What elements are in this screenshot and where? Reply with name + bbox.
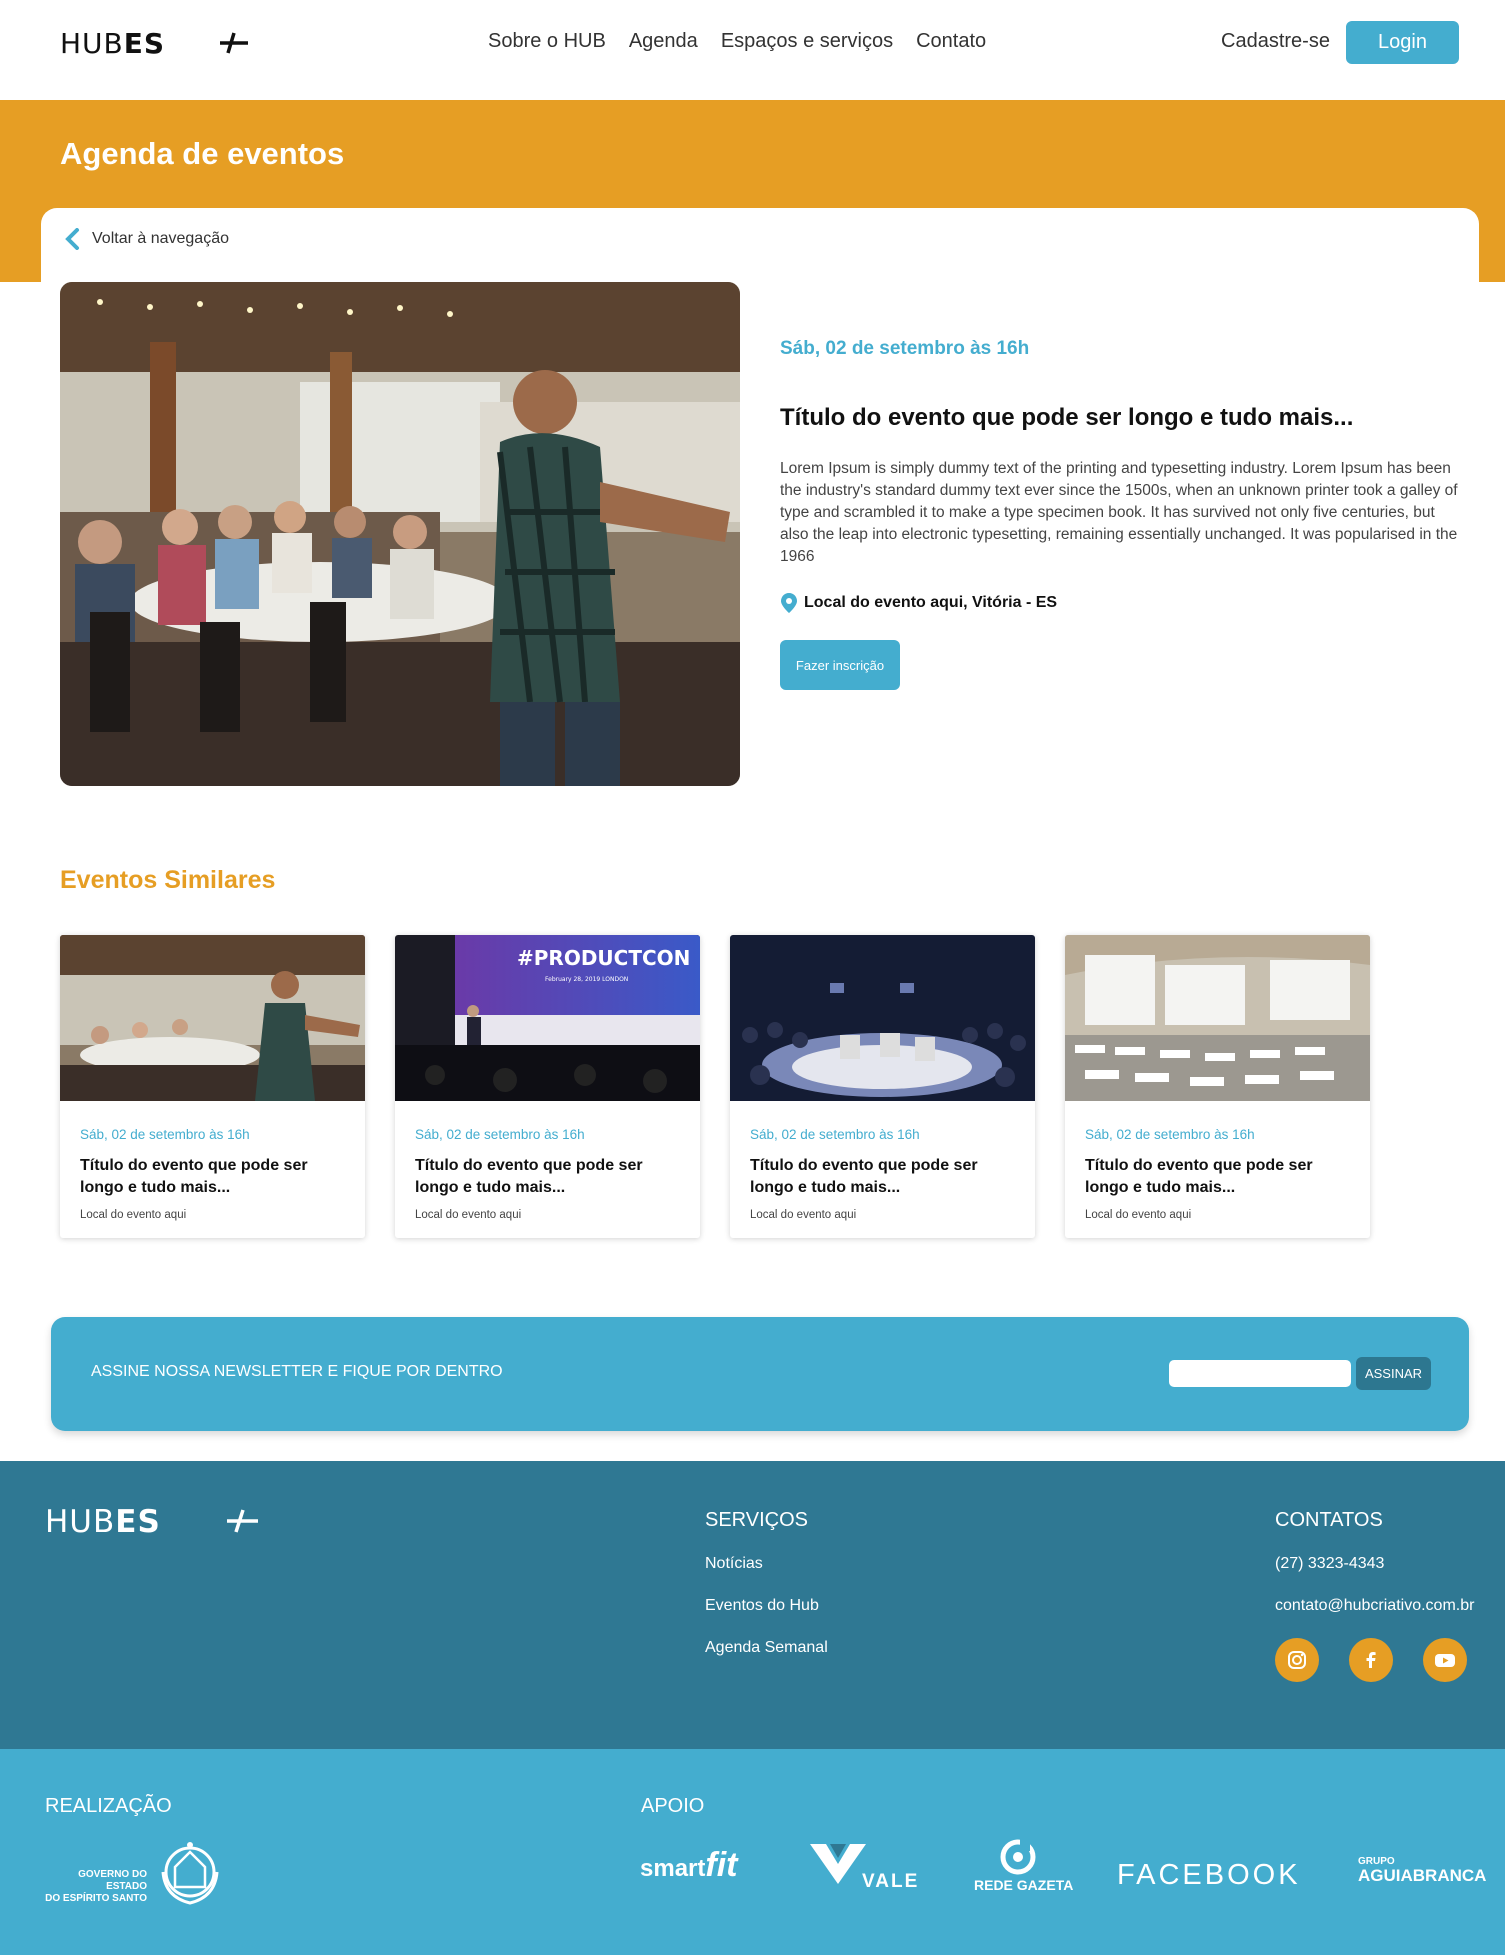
signup-link[interactable]: Cadastre-se (1221, 30, 1330, 53)
login-button[interactable]: Login (1346, 21, 1459, 64)
card-title: Título do evento que pode ser longo e tu… (1085, 1157, 1313, 1196)
card-title: Título do evento que pode ser longo e tu… (80, 1157, 308, 1196)
event-card[interactable]: Sáb, 02 de setembro às 16h Título do eve… (730, 935, 1035, 1238)
event-card[interactable]: Sáb, 02 de setembro às 16h Título do eve… (1065, 935, 1370, 1238)
event-description: Lorem Ipsum is simply dummy text of the … (780, 460, 1458, 565)
card-date: Sáb, 02 de setembro às 16h (415, 1127, 585, 1142)
aguiabranca-logo[interactable]: GRUPO AGUIABRANCA (1358, 1857, 1486, 1885)
page-title: Agenda de eventos (60, 136, 345, 171)
nav-contato[interactable]: Contato (916, 30, 986, 53)
footer-phone: (27) 3323-4343 (1275, 1555, 1385, 1572)
card-location: Local do evento aqui (750, 1209, 857, 1221)
back-link-label: Voltar à navegação (92, 230, 229, 247)
facebook-icon[interactable] (1349, 1638, 1393, 1682)
logo-text-hub: HUB (60, 28, 124, 58)
services-title: SERVIÇOS (705, 1509, 808, 1531)
card-title: Título do evento que pode ser longo e tu… (750, 1157, 978, 1196)
event-card-image (730, 935, 1035, 1101)
facebook-logo[interactable]: FACEBOOK (1117, 1859, 1301, 1892)
site-header: HUBES Sobre o HUB Agenda Espaços e servi… (0, 0, 1505, 100)
es-coat-of-arms-icon (161, 1842, 219, 1905)
event-date: Sáb, 02 de setembro às 16h (780, 338, 1030, 359)
svg-text:HUBES: HUBES (60, 28, 165, 58)
event-card[interactable]: Sáb, 02 de setembro às 16h Título do eve… (60, 935, 365, 1238)
card-location: Local do evento aqui (80, 1209, 187, 1221)
event-card-image (60, 935, 365, 1101)
event-card-image: #PRODUCTCON February 28, 2019 LONDON (395, 935, 700, 1101)
svg-text:HUBES: HUBES (45, 1505, 161, 1537)
realizacao-title: REALIZAÇÃO (45, 1795, 172, 1817)
card-date: Sáb, 02 de setembro às 16h (1085, 1127, 1255, 1142)
gazeta-symbol-icon (1000, 1839, 1036, 1875)
footer-link-noticias[interactable]: Notícias (705, 1555, 763, 1573)
sponsors-section: REALIZAÇÃO GOVERNO DO ESTADO DO ESPÍRITO… (0, 1749, 1505, 1955)
event-card-image (1065, 935, 1370, 1101)
card-title: Título do evento que pode ser longo e tu… (415, 1157, 643, 1196)
similar-events-title: Eventos Similares (60, 866, 276, 894)
hubes-logo[interactable]: HUBES (60, 28, 250, 58)
card-date: Sáb, 02 de setembro às 16h (80, 1127, 250, 1142)
enroll-button[interactable]: Fazer inscrição (780, 640, 900, 690)
main-nav: Sobre o HUB Agenda Espaços e serviços Co… (488, 30, 986, 53)
event-card[interactable]: #PRODUCTCON February 28, 2019 LONDON Sáb… (395, 935, 700, 1238)
back-link[interactable]: Voltar à navegação (64, 228, 229, 250)
card-location: Local do evento aqui (415, 1209, 522, 1221)
location-pin-icon (781, 593, 797, 613)
footer-link-agenda[interactable]: Agenda Semanal (705, 1639, 828, 1657)
vale-logo[interactable]: VALE (862, 1871, 919, 1893)
instagram-icon[interactable] (1275, 1638, 1319, 1682)
chevron-left-icon (65, 228, 79, 250)
productcon-text: #PRODUCTCON (517, 946, 690, 970)
governo-es-logo[interactable]: GOVERNO DO ESTADO DO ESPÍRITO SANTO (45, 1869, 147, 1905)
nav-agenda[interactable]: Agenda (629, 30, 698, 53)
newsletter-text: ASSINE NOSSA NEWSLETTER E FIQUE POR DENT… (91, 1363, 503, 1380)
card-date: Sáb, 02 de setembro às 16h (750, 1127, 920, 1142)
rede-gazeta-logo[interactable]: REDE GAZETA (974, 1877, 1073, 1893)
vale-v-icon (810, 1844, 866, 1884)
footer-link-eventos[interactable]: Eventos do Hub (705, 1597, 819, 1615)
apoio-title: APOIO (641, 1795, 705, 1817)
youtube-icon[interactable] (1423, 1638, 1467, 1682)
event-hero-image (60, 282, 740, 786)
event-location-text: Local do evento aqui, Vitória - ES (804, 594, 1058, 611)
svg-text:February 28, 2019 LONDON: February 28, 2019 LONDON (545, 976, 628, 983)
card-location: Local do evento aqui (1085, 1209, 1192, 1221)
event-title: Título do evento que pode ser longo e tu… (780, 404, 1354, 431)
newsletter-subscribe-button[interactable]: ASSINAR (1356, 1357, 1431, 1390)
nav-espacos[interactable]: Espaços e serviços (721, 30, 893, 53)
newsletter-banner: ASSINE NOSSA NEWSLETTER E FIQUE POR DENT… (51, 1317, 1469, 1431)
footer-hubes-logo[interactable]: HUBES (45, 1505, 260, 1537)
newsletter-email-input[interactable] (1169, 1360, 1351, 1387)
event-location: Local do evento aqui, Vitória - ES (780, 592, 1057, 614)
contacts-title: CONTATOS (1275, 1509, 1383, 1531)
site-footer: HUBES SERVIÇOS Notícias Eventos do Hub A… (0, 1461, 1505, 1749)
nav-sobre[interactable]: Sobre o HUB (488, 30, 606, 53)
footer-email[interactable]: contato@hubcriativo.com.br (1275, 1597, 1474, 1615)
smartfit-logo[interactable]: smartfit (640, 1846, 737, 1885)
